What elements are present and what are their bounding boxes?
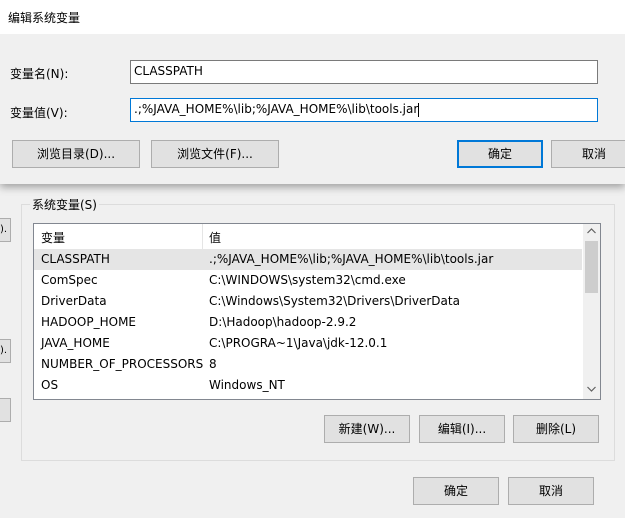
table-row[interactable]: OS Windows_NT bbox=[34, 375, 582, 396]
row-variable-value: Windows_NT bbox=[209, 378, 285, 392]
system-variables-list[interactable]: 变量 值 CLASSPATH .;%JAVA_HOME%\lib;%JAVA_H… bbox=[33, 223, 601, 400]
left-fragment-button[interactable] bbox=[0, 398, 11, 422]
table-row[interactable]: HADOOP_HOME D:\Hadoop\hadoop-2.9.2 bbox=[34, 312, 582, 333]
dialog-titlebar[interactable]: 编辑系统变量 bbox=[0, 0, 625, 34]
variable-name-value: CLASSPATH bbox=[134, 64, 203, 78]
row-variable-value: D:\Hadoop\hadoop-2.9.2 bbox=[209, 315, 357, 329]
row-variable-name: ComSpec bbox=[41, 273, 98, 287]
new-variable-button[interactable]: 新建(W)... bbox=[324, 415, 410, 443]
left-fragment-label: ). bbox=[0, 224, 8, 235]
scroll-down-icon[interactable] bbox=[583, 382, 600, 399]
vertical-scrollbar[interactable] bbox=[583, 224, 600, 399]
variable-value-label: 变量值(V): bbox=[10, 106, 68, 120]
row-variable-value: C:\WINDOWS\system32\cmd.exe bbox=[209, 273, 406, 287]
browse-file-button[interactable]: 浏览文件(F)... bbox=[151, 140, 279, 168]
left-fragment-button[interactable]: ). bbox=[0, 339, 11, 363]
dialog-ok-button[interactable]: 确定 bbox=[457, 140, 543, 168]
variable-value-input[interactable]: .;%JAVA_HOME%\lib;%JAVA_HOME%\lib\tools.… bbox=[130, 98, 598, 122]
column-separator[interactable] bbox=[202, 224, 203, 249]
row-variable-name: NUMBER_OF_PROCESSORS bbox=[41, 357, 204, 371]
table-row[interactable]: CLASSPATH .;%JAVA_HOME%\lib;%JAVA_HOME%\… bbox=[34, 249, 582, 270]
left-fragment-label: ). bbox=[0, 345, 8, 356]
edit-variable-button[interactable]: 编辑(I)... bbox=[419, 415, 505, 443]
left-fragment-button[interactable]: ). bbox=[0, 218, 11, 242]
scroll-thumb[interactable] bbox=[585, 241, 598, 293]
dialog-cancel-button[interactable]: 取消 bbox=[551, 140, 625, 168]
table-row[interactable]: NUMBER_OF_PROCESSORS 8 bbox=[34, 354, 582, 375]
edit-system-variable-dialog: 编辑系统变量 变量名(N): CLASSPATH 变量值(V): .;%JAVA… bbox=[0, 0, 625, 184]
row-variable-name: OS bbox=[41, 378, 59, 392]
system-variables-label: 系统变量(S) bbox=[30, 196, 99, 213]
text-caret bbox=[418, 102, 420, 117]
list-header: 变量 值 bbox=[34, 224, 582, 250]
row-variable-value: C:\PROGRA~1\Java\jdk-12.0.1 bbox=[209, 336, 388, 350]
table-row[interactable]: DriverData C:\Windows\System32\Drivers\D… bbox=[34, 291, 582, 312]
table-row[interactable]: JAVA_HOME C:\PROGRA~1\Java\jdk-12.0.1 bbox=[34, 333, 582, 354]
variable-value-value: .;%JAVA_HOME%\lib;%JAVA_HOME%\lib\tools.… bbox=[134, 102, 419, 116]
dialog-title: 编辑系统变量 bbox=[8, 11, 81, 25]
browse-directory-button[interactable]: 浏览目录(D)... bbox=[12, 140, 140, 168]
column-header-variable[interactable]: 变量 bbox=[41, 229, 65, 246]
row-variable-name: DriverData bbox=[41, 294, 107, 308]
column-header-value[interactable]: 值 bbox=[209, 229, 221, 246]
scroll-up-icon[interactable] bbox=[583, 224, 600, 241]
delete-variable-button[interactable]: 删除(L) bbox=[513, 415, 599, 443]
row-variable-name: JAVA_HOME bbox=[41, 336, 110, 350]
window-ok-button[interactable]: 确定 bbox=[413, 477, 499, 505]
row-variable-value: .;%JAVA_HOME%\lib;%JAVA_HOME%\lib\tools.… bbox=[209, 252, 494, 266]
variable-name-input[interactable]: CLASSPATH bbox=[130, 60, 598, 84]
variable-name-label: 变量名(N): bbox=[10, 67, 69, 81]
row-variable-name: CLASSPATH bbox=[41, 252, 110, 266]
window-cancel-button[interactable]: 取消 bbox=[508, 477, 594, 505]
row-variable-value: 8 bbox=[209, 357, 217, 371]
row-variable-name: HADOOP_HOME bbox=[41, 315, 137, 329]
table-row[interactable]: ComSpec C:\WINDOWS\system32\cmd.exe bbox=[34, 270, 582, 291]
row-variable-value: C:\Windows\System32\Drivers\DriverData bbox=[209, 294, 460, 308]
